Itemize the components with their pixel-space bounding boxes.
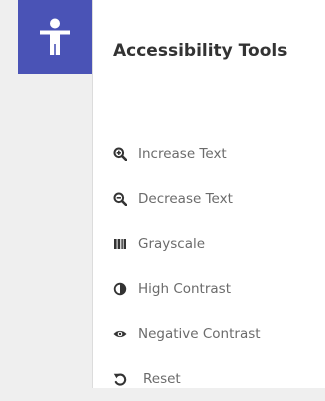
- accessibility-toggle-button[interactable]: [18, 0, 92, 74]
- tool-negative-contrast[interactable]: Negative Contrast: [113, 311, 323, 356]
- tool-label: High Contrast: [138, 280, 232, 297]
- grayscale-bars-icon: [113, 237, 127, 251]
- contrast-half-circle-icon: [113, 282, 127, 296]
- zoom-out-icon: [113, 192, 127, 206]
- panel-title: Accessibility Tools: [113, 41, 288, 61]
- tool-label: Negative Contrast: [138, 325, 261, 342]
- tool-grayscale[interactable]: Grayscale: [113, 221, 323, 266]
- tool-label: Increase Text: [138, 145, 227, 162]
- tool-high-contrast[interactable]: High Contrast: [113, 266, 323, 311]
- accessibility-tools-panel: Accessibility Tools Increase Text Decrea…: [92, 0, 325, 388]
- tool-increase-text[interactable]: Increase Text: [113, 131, 323, 176]
- tool-label: Decrease Text: [138, 190, 233, 207]
- tool-list: Increase Text Decrease Text Grayscale Hi…: [113, 131, 323, 401]
- tool-label: Grayscale: [138, 235, 206, 252]
- tool-decrease-text[interactable]: Decrease Text: [113, 176, 323, 221]
- undo-icon: [113, 372, 127, 386]
- accessibility-person-icon: [40, 18, 70, 55]
- zoom-in-icon: [113, 147, 127, 161]
- eye-icon: [113, 327, 127, 341]
- tool-reset[interactable]: Reset: [113, 356, 323, 401]
- tool-label: Reset: [143, 370, 181, 387]
